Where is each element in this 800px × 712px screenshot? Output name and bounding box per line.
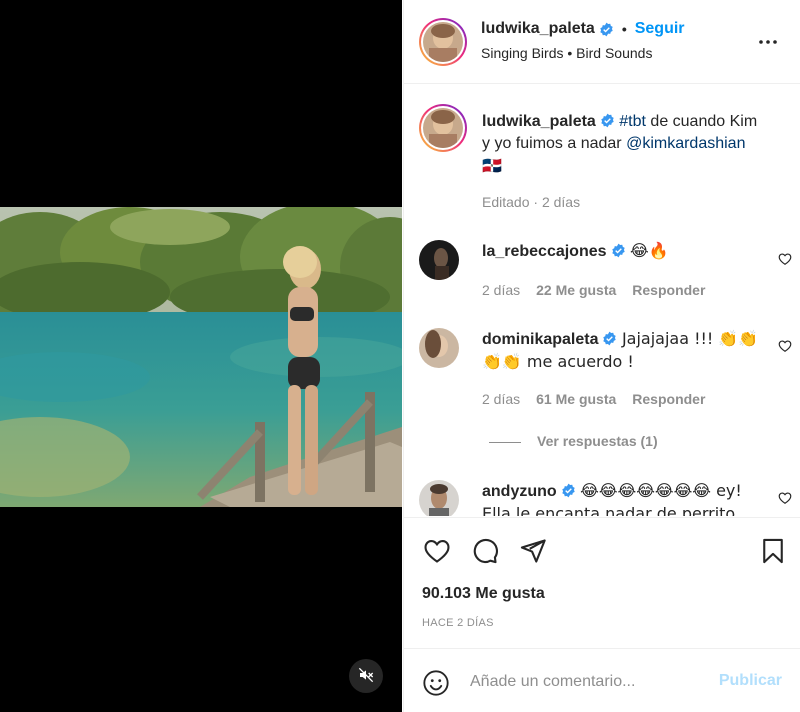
caption-username[interactable]: ludwika_paleta <box>482 113 596 130</box>
post-header: ludwika_paleta • Seguir Singing Birds • … <box>404 0 800 84</box>
commenter-avatar[interactable] <box>419 240 459 280</box>
verified-badge-icon <box>602 331 617 346</box>
commenter-username[interactable]: dominikapaleta <box>482 331 598 348</box>
comment-bubble-icon[interactable] <box>471 537 499 565</box>
more-options-button[interactable] <box>756 30 780 54</box>
comment-time[interactable]: 2 días <box>482 282 520 298</box>
commenter-username[interactable]: andyzuno <box>482 483 557 500</box>
commenter-avatar[interactable] <box>419 480 459 516</box>
speaker-muted-icon <box>358 667 374 686</box>
comment-body: 😂🔥 <box>629 241 669 260</box>
reply-button[interactable]: Responder <box>632 391 705 407</box>
comment-text: dominikapaleta Jajajajaa !!! 👏👏👏👏 me acu… <box>482 328 765 374</box>
caption-meta: Editado · 2 días <box>482 194 580 210</box>
comment-text: la_rebeccajones 😂🔥 <box>482 240 765 263</box>
reply-button[interactable]: Responder <box>632 282 705 298</box>
post-media[interactable] <box>0 0 402 712</box>
comment-item: dominikapaleta Jajajajaa !!! 👏👏👏👏 me acu… <box>419 328 792 458</box>
verified-badge-icon <box>561 483 576 498</box>
comment-meta: 2 días 22 Me gusta Responder <box>482 282 705 298</box>
replies-divider <box>489 441 521 443</box>
audio-track-link[interactable]: Singing Birds • Bird Sounds <box>481 45 652 61</box>
comment-likes[interactable]: 61 Me gusta <box>536 391 616 407</box>
share-send-icon[interactable] <box>519 537 547 565</box>
post-photo <box>0 207 402 507</box>
emoji-picker-icon[interactable] <box>422 669 450 697</box>
comment-likes[interactable]: 22 Me gusta <box>536 282 616 298</box>
post-side-panel: ludwika_paleta • Seguir Singing Birds • … <box>403 0 800 712</box>
caption-time[interactable]: 2 días <box>542 194 580 210</box>
edited-label: Editado <box>482 194 530 210</box>
meta-separator: · <box>533 194 539 210</box>
likes-count[interactable]: 90.103 Me gusta <box>422 585 545 603</box>
like-heart-icon[interactable] <box>423 537 451 565</box>
author-avatar[interactable] <box>419 18 467 66</box>
publish-button[interactable]: Publicar <box>719 672 782 690</box>
header-title-row: ludwika_paleta • Seguir <box>481 20 685 38</box>
view-replies-button[interactable]: Ver respuestas (1) <box>489 433 658 449</box>
post-caption: ludwika_paleta #tbt de cuando Kim y yo f… <box>419 104 789 214</box>
comment-time[interactable]: 2 días <box>482 391 520 407</box>
header-separator: • <box>621 21 627 37</box>
post-actions: 90.103 Me gusta HACE 2 DÍAS <box>404 517 800 645</box>
verified-badge-icon <box>599 22 614 37</box>
like-comment-heart-icon[interactable] <box>778 252 794 268</box>
comment-text: andyzuno 😂😂😂😂😂😂😂 ey! Ella le encanta nad… <box>482 480 765 516</box>
author-username[interactable]: ludwika_paleta <box>481 20 595 38</box>
caption-mention[interactable]: @kimkardashian <box>626 135 745 152</box>
caption-hashtag[interactable]: #tbt <box>619 113 646 130</box>
add-comment-bar: Publicar <box>404 648 800 712</box>
caption-author-avatar[interactable] <box>419 104 467 152</box>
commenter-username[interactable]: la_rebeccajones <box>482 243 607 260</box>
flag-emoji: 🇩🇴 <box>482 156 502 175</box>
mute-toggle-button[interactable] <box>349 659 383 693</box>
comment-item: la_rebeccajones 😂🔥 2 días 22 Me gusta Resp… <box>419 240 792 300</box>
follow-button[interactable]: Seguir <box>635 20 685 38</box>
verified-badge-icon <box>600 113 615 128</box>
comments-list[interactable]: ludwika_paleta #tbt de cuando Kim y yo f… <box>404 85 800 516</box>
like-comment-heart-icon[interactable] <box>778 339 794 355</box>
commenter-avatar[interactable] <box>419 328 459 368</box>
view-replies-label: Ver respuestas (1) <box>537 433 658 449</box>
caption-text: ludwika_paleta #tbt de cuando Kim y yo f… <box>482 111 765 178</box>
comment-meta: 2 días 61 Me gusta Responder <box>482 391 705 407</box>
post-timestamp[interactable]: HACE 2 DÍAS <box>422 617 494 629</box>
more-horizontal-icon <box>756 40 780 57</box>
like-comment-heart-icon[interactable] <box>778 491 794 507</box>
save-bookmark-icon[interactable] <box>759 537 787 565</box>
comment-input[interactable] <box>470 667 700 697</box>
verified-badge-icon <box>611 243 626 258</box>
comment-item: andyzuno 😂😂😂😂😂😂😂 ey! Ella le encanta nad… <box>419 480 792 516</box>
